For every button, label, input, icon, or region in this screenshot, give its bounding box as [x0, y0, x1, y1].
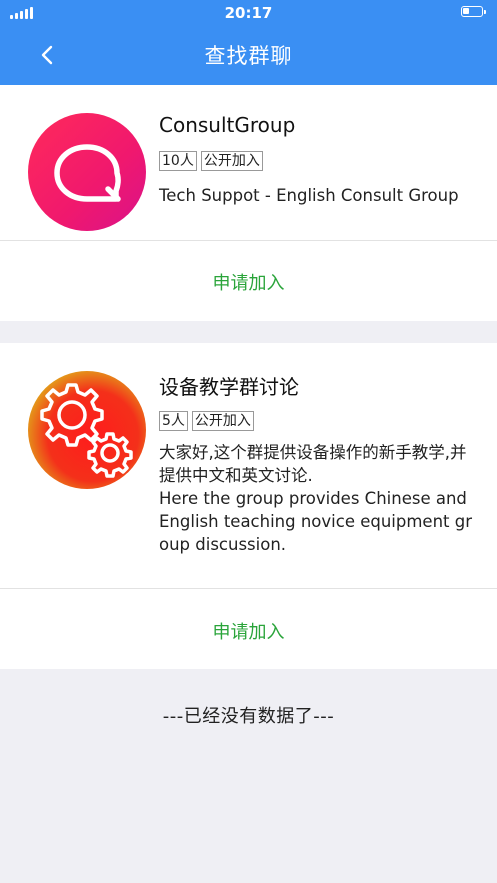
- group-avatar[interactable]: [28, 371, 146, 489]
- join-button[interactable]: 申请加入: [0, 269, 497, 295]
- join-button[interactable]: 申请加入: [0, 618, 497, 644]
- status-time: 20:17: [224, 4, 273, 22]
- nav-bar: 查找群聊: [0, 26, 497, 85]
- group-tags: 5人 公开加入: [159, 411, 254, 431]
- join-type-badge: 公开加入: [200, 151, 263, 171]
- group-card: 设备教学群讨论 5人 公开加入 大家好,这个群提供设备操作的新手教学,并提供中文…: [0, 343, 497, 669]
- group-description: Tech Suppot - English Consult Group: [159, 186, 459, 205]
- group-name: ConsultGroup: [159, 113, 296, 137]
- member-count-badge: 10人: [159, 151, 197, 171]
- group-card: ConsultGroup 10人 公开加入 Tech Suppot - Engl…: [0, 85, 497, 321]
- group-description: 大家好,这个群提供设备操作的新手教学,并提供中文和英文讨论. Here the …: [159, 443, 473, 554]
- group-tags: 10人 公开加入: [159, 151, 263, 171]
- chat-bubble-icon: [28, 113, 146, 231]
- battery-icon: [461, 6, 486, 17]
- end-of-list-text: ---已经没有数据了---: [162, 706, 335, 727]
- join-type-badge: 公开加入: [191, 411, 254, 431]
- member-count-badge: 5人: [159, 411, 188, 431]
- group-name: 设备教学群讨论: [159, 375, 299, 399]
- divider: [0, 240, 497, 241]
- gears-icon: [28, 371, 146, 489]
- status-bar: 20:17: [0, 0, 497, 26]
- group-avatar[interactable]: [28, 113, 146, 231]
- divider: [0, 588, 497, 589]
- page-title: 查找群聊: [204, 44, 293, 68]
